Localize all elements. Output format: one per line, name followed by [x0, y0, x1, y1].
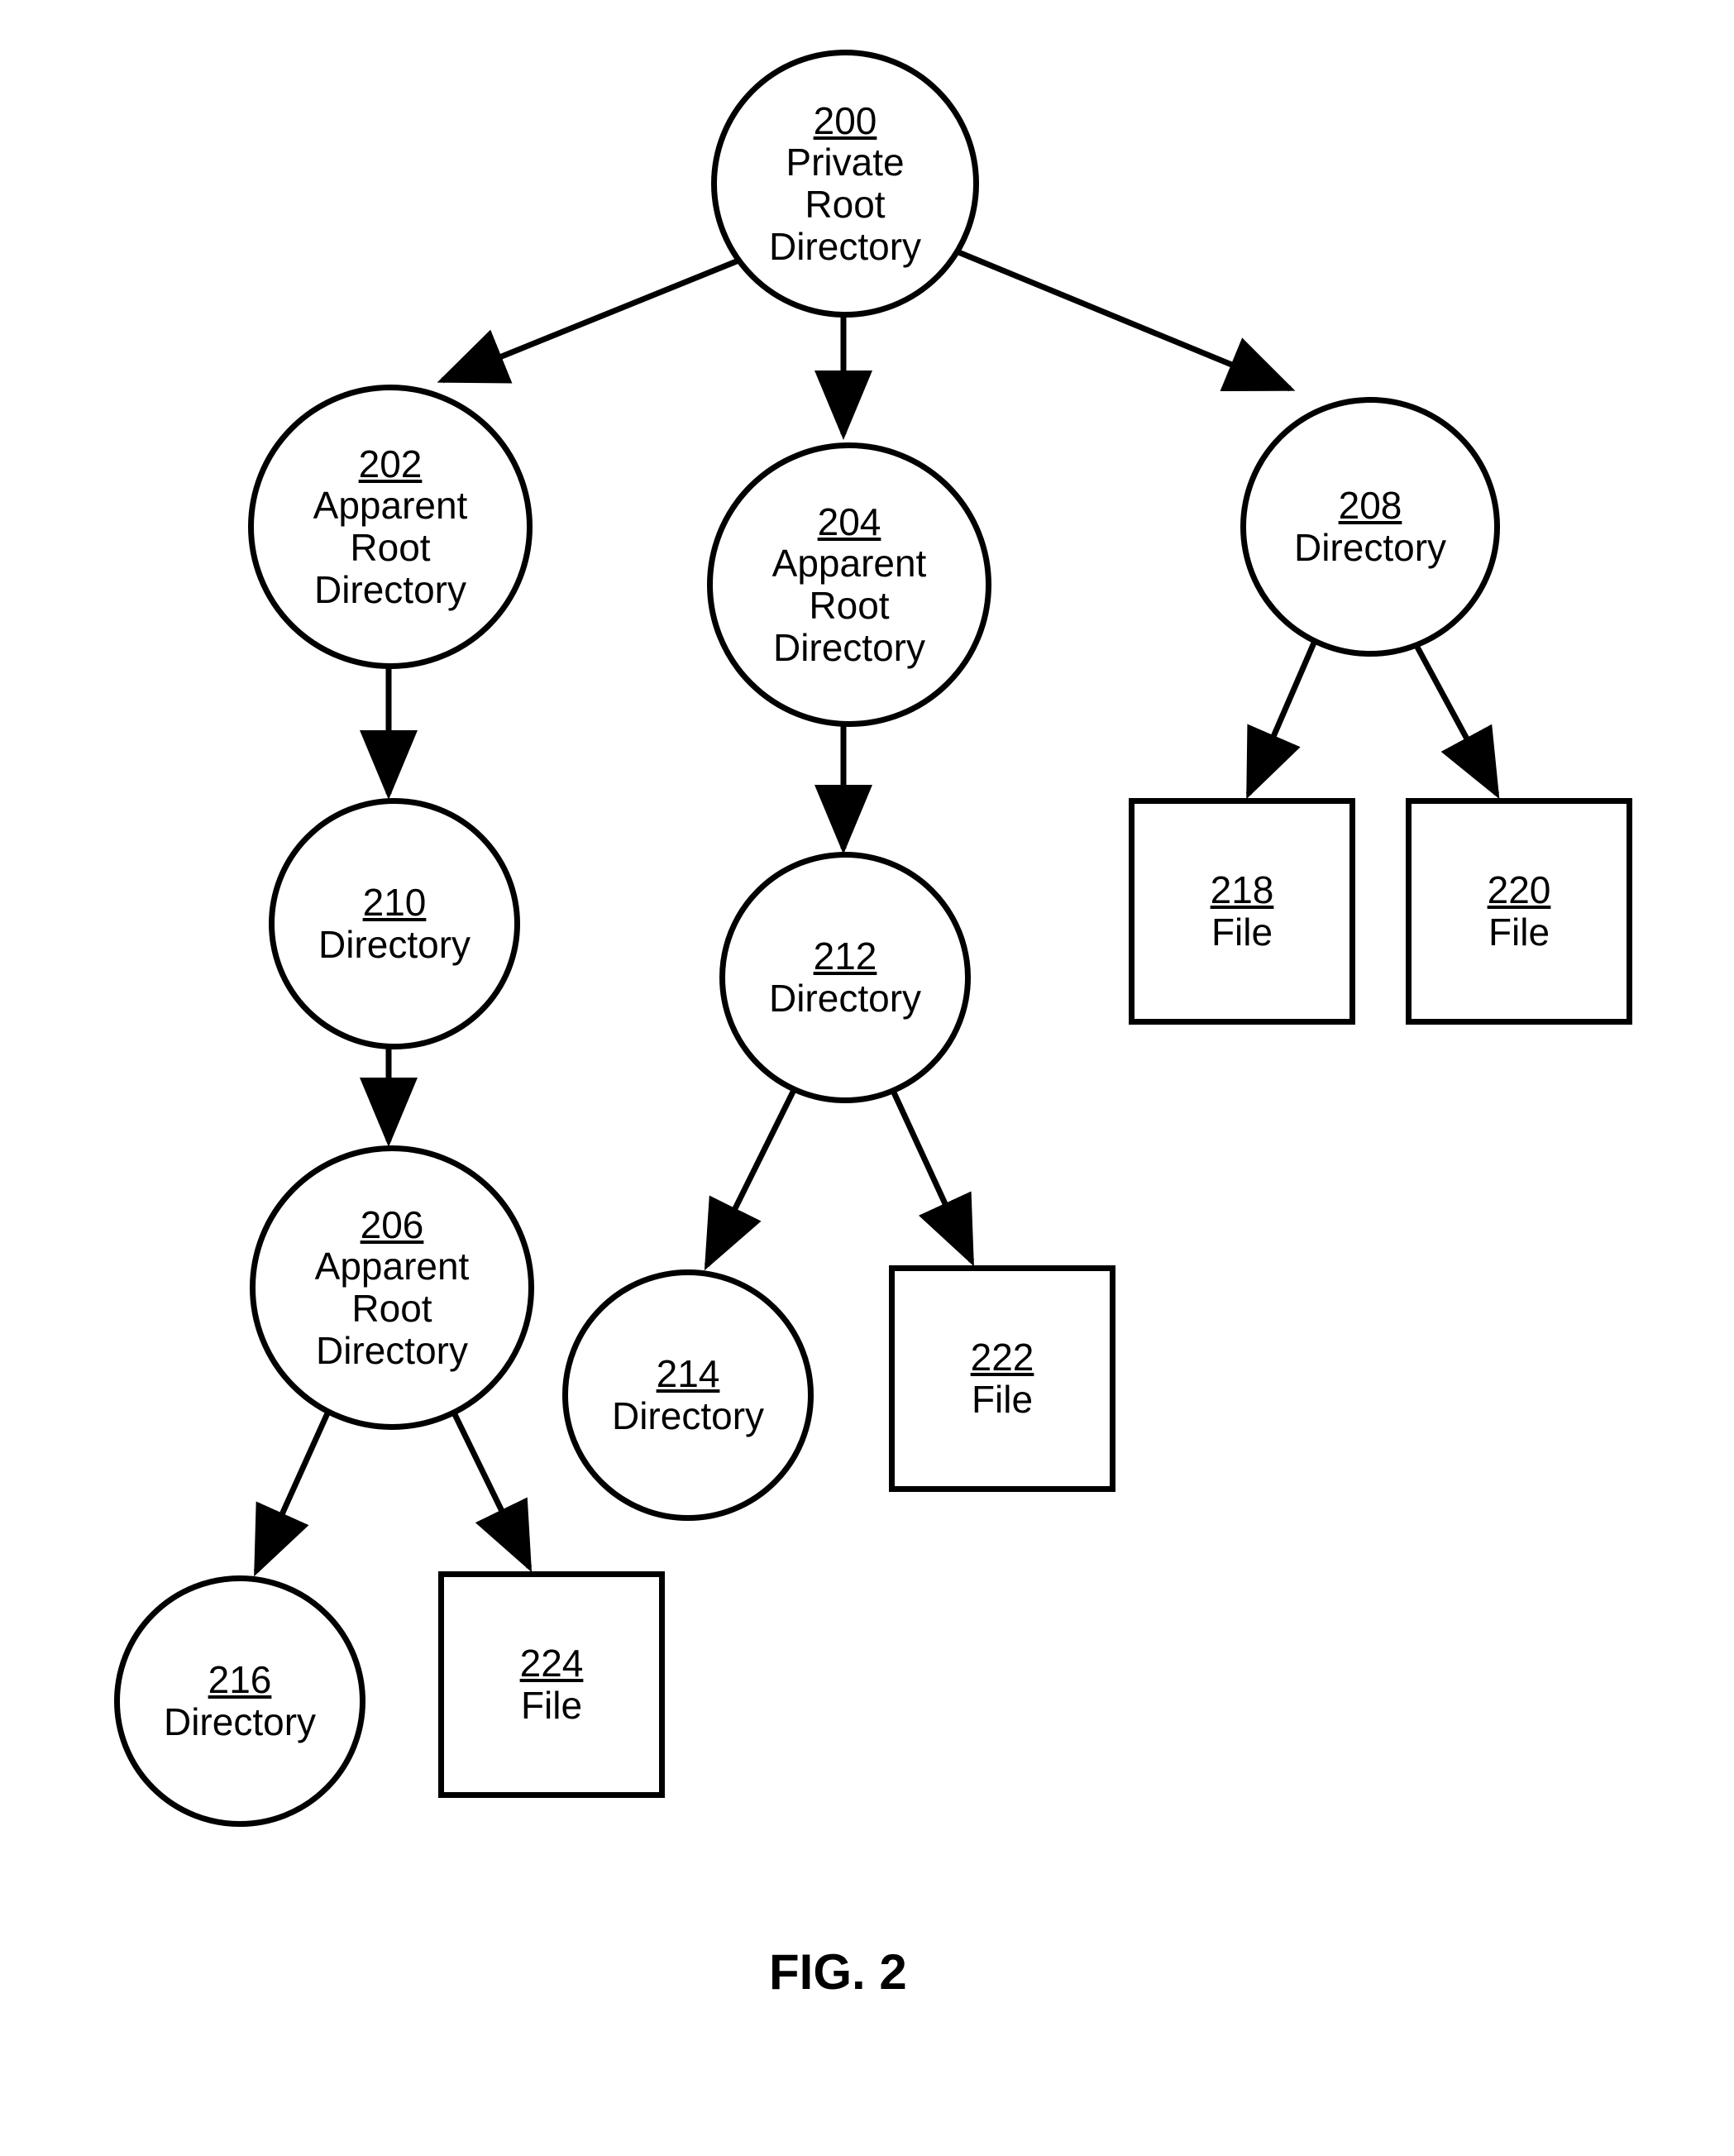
- node-label: ApparentRootDirectory: [315, 1245, 470, 1371]
- node-number: 208: [1339, 485, 1402, 527]
- node-label: File: [521, 1685, 582, 1727]
- node-number: 214: [657, 1353, 720, 1395]
- node-label: ApparentRootDirectory: [313, 485, 468, 610]
- node-private-root-directory: 200 PrivateRootDirectory: [711, 50, 979, 318]
- node-number: 210: [363, 882, 427, 924]
- node-number: 216: [208, 1659, 272, 1701]
- node-file-224: 224 File: [438, 1571, 665, 1798]
- node-number: 204: [818, 501, 881, 543]
- node-label: Directory: [769, 978, 921, 1020]
- node-directory-214: 214 Directory: [562, 1269, 814, 1521]
- node-apparent-root-directory-206: 206 ApparentRootDirectory: [250, 1145, 534, 1430]
- node-number: 220: [1488, 869, 1551, 911]
- node-label: Directory: [164, 1701, 316, 1743]
- node-number: 202: [359, 443, 423, 485]
- node-apparent-root-directory-202: 202 ApparentRootDirectory: [248, 385, 533, 669]
- node-number: 218: [1211, 869, 1274, 911]
- node-label: Directory: [1294, 527, 1446, 569]
- node-number: 212: [814, 935, 877, 978]
- node-label: File: [1488, 911, 1550, 954]
- node-number: 224: [520, 1642, 584, 1685]
- figure-label: FIG. 2: [769, 1943, 907, 2001]
- node-directory-210: 210 Directory: [269, 798, 520, 1049]
- node-label: ApparentRootDirectory: [772, 543, 927, 668]
- node-file-220: 220 File: [1406, 798, 1632, 1025]
- node-directory-208: 208 Directory: [1240, 397, 1500, 657]
- node-label: Directory: [318, 924, 471, 966]
- node-apparent-root-directory-204: 204 ApparentRootDirectory: [707, 442, 991, 727]
- node-number: 206: [361, 1204, 424, 1246]
- node-file-222: 222 File: [889, 1265, 1115, 1492]
- node-label: File: [1211, 911, 1273, 954]
- diagram-canvas: 200 PrivateRootDirectory 202 ApparentRoo…: [0, 0, 1734, 2156]
- node-directory-216: 216 Directory: [114, 1575, 365, 1827]
- node-file-218: 218 File: [1129, 798, 1355, 1025]
- node-directory-212: 212 Directory: [719, 852, 971, 1103]
- node-label: Directory: [612, 1395, 764, 1437]
- node-label: File: [972, 1379, 1033, 1421]
- node-label: PrivateRootDirectory: [769, 141, 921, 267]
- node-number: 200: [814, 100, 877, 142]
- node-number: 222: [971, 1336, 1034, 1379]
